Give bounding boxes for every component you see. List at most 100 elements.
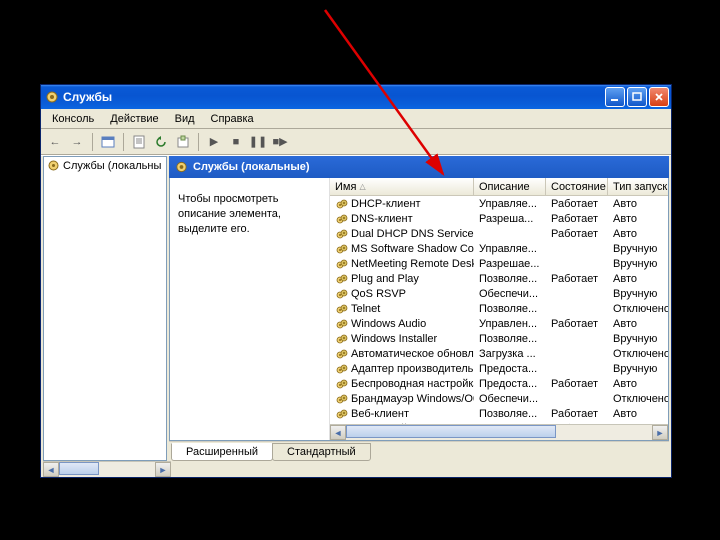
- services-list[interactable]: Имя △ Описание Состояние Тип запуска DHC…: [330, 178, 668, 440]
- service-icon: [335, 272, 348, 285]
- menu-view[interactable]: Вид: [168, 111, 202, 127]
- app-icon: [45, 90, 59, 104]
- column-desc[interactable]: Описание: [474, 178, 546, 195]
- tab-standard[interactable]: Стандартный: [272, 443, 371, 461]
- service-row[interactable]: Веб-клиентПозволяе...РаботаетАвто: [330, 406, 668, 421]
- service-row[interactable]: Автоматическое обновлениеЗагрузка ...Отк…: [330, 346, 668, 361]
- close-button[interactable]: [649, 87, 669, 107]
- service-start: Вручную: [608, 363, 668, 375]
- service-state: Работает: [546, 213, 608, 225]
- scroll-track[interactable]: [59, 462, 155, 477]
- toolbar-export-button[interactable]: [173, 132, 193, 152]
- tb-separator: [198, 133, 199, 151]
- service-name: NetMeeting Remote Desktop ...: [351, 258, 474, 270]
- scroll-right-button[interactable]: ►: [652, 425, 668, 440]
- service-icon: [335, 287, 348, 300]
- service-row[interactable]: DHCP-клиентУправляе...РаботаетАвто: [330, 196, 668, 211]
- tb-separator: [123, 133, 124, 151]
- service-icon: [335, 362, 348, 375]
- service-icon: [335, 332, 348, 345]
- service-start: Вручную: [608, 243, 668, 255]
- tree-hscrollbar[interactable]: ◄ ►: [41, 461, 671, 477]
- menu-action[interactable]: Действие: [103, 111, 165, 127]
- service-name: Брандмауэр Windows/Общи...: [351, 393, 474, 405]
- tb-separator: [92, 133, 93, 151]
- service-name: MS Software Shadow Copy P...: [351, 243, 474, 255]
- service-icon: [335, 242, 348, 255]
- menu-console[interactable]: Консоль: [45, 111, 101, 127]
- service-state: Работает: [546, 318, 608, 330]
- toolbar-restart-button: ■▶: [270, 132, 290, 152]
- service-start: Вручную: [608, 288, 668, 300]
- titlebar[interactable]: Службы: [41, 85, 671, 109]
- service-start: Авто: [608, 273, 668, 285]
- tree-root-label: Службы (локальны: [63, 160, 161, 172]
- gear-icon: [47, 159, 60, 172]
- service-row[interactable]: TelnetПозволяе...Отключено: [330, 301, 668, 316]
- service-row[interactable]: DNS-клиентРазреша...РаботаетАвто: [330, 211, 668, 226]
- maximize-button[interactable]: [627, 87, 647, 107]
- service-name: Веб-клиент: [351, 408, 409, 420]
- scroll-thumb[interactable]: [346, 425, 556, 438]
- column-start[interactable]: Тип запуска: [608, 178, 668, 195]
- column-state[interactable]: Состояние: [546, 178, 608, 195]
- service-start: Отключено: [608, 393, 668, 405]
- service-state: Работает: [546, 273, 608, 285]
- service-icon: [335, 197, 348, 210]
- scroll-thumb[interactable]: [59, 462, 99, 475]
- service-row[interactable]: Windows AudioУправлен...РаботаетАвто: [330, 316, 668, 331]
- service-desc: Позволяе...: [474, 303, 546, 315]
- service-state: Работает: [546, 198, 608, 210]
- minimize-button[interactable]: [605, 87, 625, 107]
- service-state: Работает: [546, 228, 608, 240]
- scroll-left-button[interactable]: ◄: [330, 425, 346, 440]
- service-name: Dual DHCP DNS Service: [351, 228, 474, 240]
- service-row[interactable]: Dual DHCP DNS Service РаботаетАвто: [330, 226, 668, 241]
- service-name: Беспроводная настройка: [351, 378, 474, 390]
- service-icon: [335, 317, 348, 330]
- service-icon: [335, 257, 348, 270]
- list-hscrollbar[interactable]: ◄ ►: [330, 424, 668, 440]
- scroll-track[interactable]: [346, 425, 652, 440]
- toolbar-stop-button: ■: [226, 132, 246, 152]
- service-icon: [335, 407, 348, 420]
- service-desc: Управляе...: [474, 198, 546, 210]
- service-desc: Позволяе...: [474, 333, 546, 345]
- service-row[interactable]: Адаптер производительнос...Предоста...Вр…: [330, 361, 668, 376]
- scroll-right-button[interactable]: ►: [155, 462, 171, 477]
- scroll-left-button[interactable]: ◄: [43, 462, 59, 477]
- service-name: DHCP-клиент: [351, 198, 421, 210]
- tree-pane[interactable]: Службы (локальны: [43, 156, 167, 461]
- service-desc: Предоста...: [474, 363, 546, 375]
- panel-title: Службы (локальные): [193, 161, 310, 173]
- service-row[interactable]: MS Software Shadow Copy P...Управляе...В…: [330, 241, 668, 256]
- column-name[interactable]: Имя △: [330, 178, 474, 195]
- tab-extended[interactable]: Расширенный: [171, 443, 273, 461]
- service-row[interactable]: Windows Installer Позволяе... Вручную: [330, 331, 668, 346]
- service-start: Вручную: [608, 258, 668, 270]
- service-desc: Разрешае...: [474, 258, 546, 270]
- toolbar-refresh-button[interactable]: [151, 132, 171, 152]
- service-row[interactable]: Plug and PlayПозволяе...РаботаетАвто: [330, 271, 668, 286]
- service-start: Вручную: [608, 333, 668, 345]
- service-row[interactable]: Беспроводная настройкаПредоста...Работае…: [330, 376, 668, 391]
- sort-indicator-icon: △: [359, 182, 365, 191]
- window-title: Службы: [63, 90, 605, 104]
- service-desc: Обеспечи...: [474, 393, 546, 405]
- service-name: Windows Installer: [351, 333, 437, 345]
- service-desc: Предоста...: [474, 378, 546, 390]
- menu-help[interactable]: Справка: [204, 111, 261, 127]
- service-name: QoS RSVP: [351, 288, 406, 300]
- toolbar-window-button[interactable]: [98, 132, 118, 152]
- service-row[interactable]: Брандмауэр Windows/Общи...Обеспечи... Отк…: [330, 391, 668, 406]
- menubar: Консоль Действие Вид Справка: [41, 109, 671, 129]
- tree-root-item[interactable]: Службы (локальны: [44, 157, 166, 174]
- service-icon: [335, 347, 348, 360]
- service-start: Авто: [608, 318, 668, 330]
- service-start: Авто: [608, 228, 668, 240]
- panel-header: Службы (локальные): [169, 156, 669, 178]
- service-row[interactable]: QoS RSVPОбеспечи...Вручную: [330, 286, 668, 301]
- list-header: Имя △ Описание Состояние Тип запуска: [330, 178, 668, 196]
- toolbar-properties-button[interactable]: [129, 132, 149, 152]
- service-row[interactable]: NetMeeting Remote Desktop ...Разрешае...…: [330, 256, 668, 271]
